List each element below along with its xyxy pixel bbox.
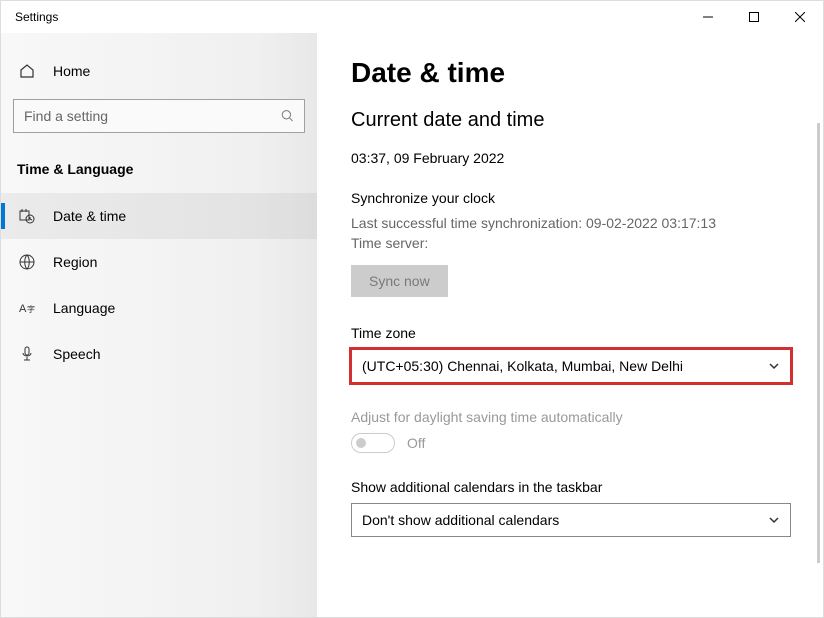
close-button[interactable] [777,1,823,33]
nav-label: Speech [53,346,100,362]
timezone-dropdown[interactable]: (UTC+05:30) Chennai, Kolkata, Mumbai, Ne… [351,349,791,383]
time-server: Time server: [351,235,428,251]
category-header: Time & Language [1,153,317,193]
window-title: Settings [15,10,58,24]
nav-date-time[interactable]: Date & time [1,193,317,239]
nav-label: Date & time [53,208,126,224]
calendars-dropdown[interactable]: Don't show additional calendars [351,503,791,537]
maximize-icon [749,12,759,22]
nav-language[interactable]: A字 Language [1,285,317,331]
current-heading: Current date and time [351,109,789,132]
speech-icon [19,346,35,362]
timezone-value: (UTC+05:30) Chennai, Kolkata, Mumbai, Ne… [362,358,683,374]
region-icon [19,254,35,270]
language-icon: A字 [19,300,35,316]
sync-info: Last successful time synchronization: 09… [351,214,789,253]
body-area: Home Time & Language Date & time Region … [1,33,823,617]
sync-now-button[interactable]: Sync now [351,265,448,297]
chevron-down-icon [768,360,780,372]
dst-toggle[interactable] [351,433,395,453]
sync-heading: Synchronize your clock [351,190,789,206]
main-content: Date & time Current date and time 03:37,… [317,33,823,617]
scrollbar[interactable] [817,123,820,563]
home-icon [19,63,35,79]
nav-label: Language [53,300,115,316]
titlebar: Settings [1,1,823,33]
dst-label: Adjust for daylight saving time automati… [351,409,789,425]
minimize-button[interactable] [685,1,731,33]
date-time-icon [19,208,35,224]
timezone-label: Time zone [351,325,789,341]
chevron-down-icon [768,514,780,526]
close-icon [795,12,805,22]
current-datetime: 03:37, 09 February 2022 [351,150,789,166]
maximize-button[interactable] [731,1,777,33]
svg-text:字: 字 [27,304,35,314]
nav-region[interactable]: Region [1,239,317,285]
home-label: Home [53,63,90,79]
search-box[interactable] [13,99,305,133]
minimize-icon [703,12,713,22]
page-title: Date & time [351,57,789,89]
window-controls [685,1,823,33]
last-sync: Last successful time synchronization: 09… [351,215,716,231]
dst-toggle-row: Off [351,433,789,453]
sidebar: Home Time & Language Date & time Region … [1,33,317,617]
dst-state: Off [407,435,425,451]
calendars-label: Show additional calendars in the taskbar [351,479,789,495]
nav-speech[interactable]: Speech [1,331,317,377]
home-nav[interactable]: Home [1,53,317,89]
search-icon [281,109,294,123]
search-input[interactable] [24,108,281,124]
nav-label: Region [53,254,97,270]
calendars-value: Don't show additional calendars [362,512,559,528]
svg-text:A: A [19,303,27,315]
